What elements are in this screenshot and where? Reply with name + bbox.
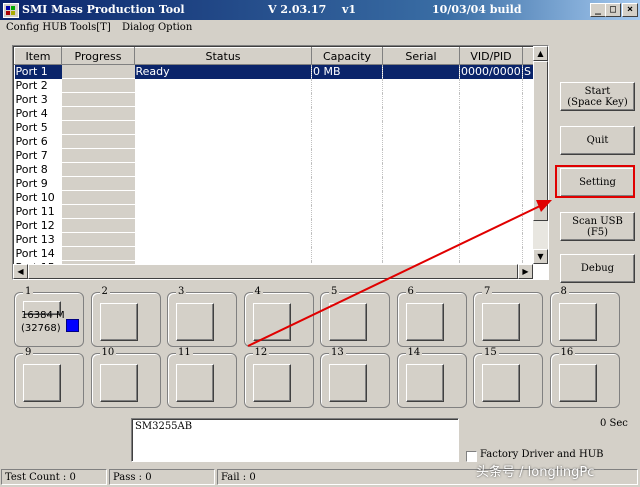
annotation-arrow-icon <box>247 200 552 347</box>
